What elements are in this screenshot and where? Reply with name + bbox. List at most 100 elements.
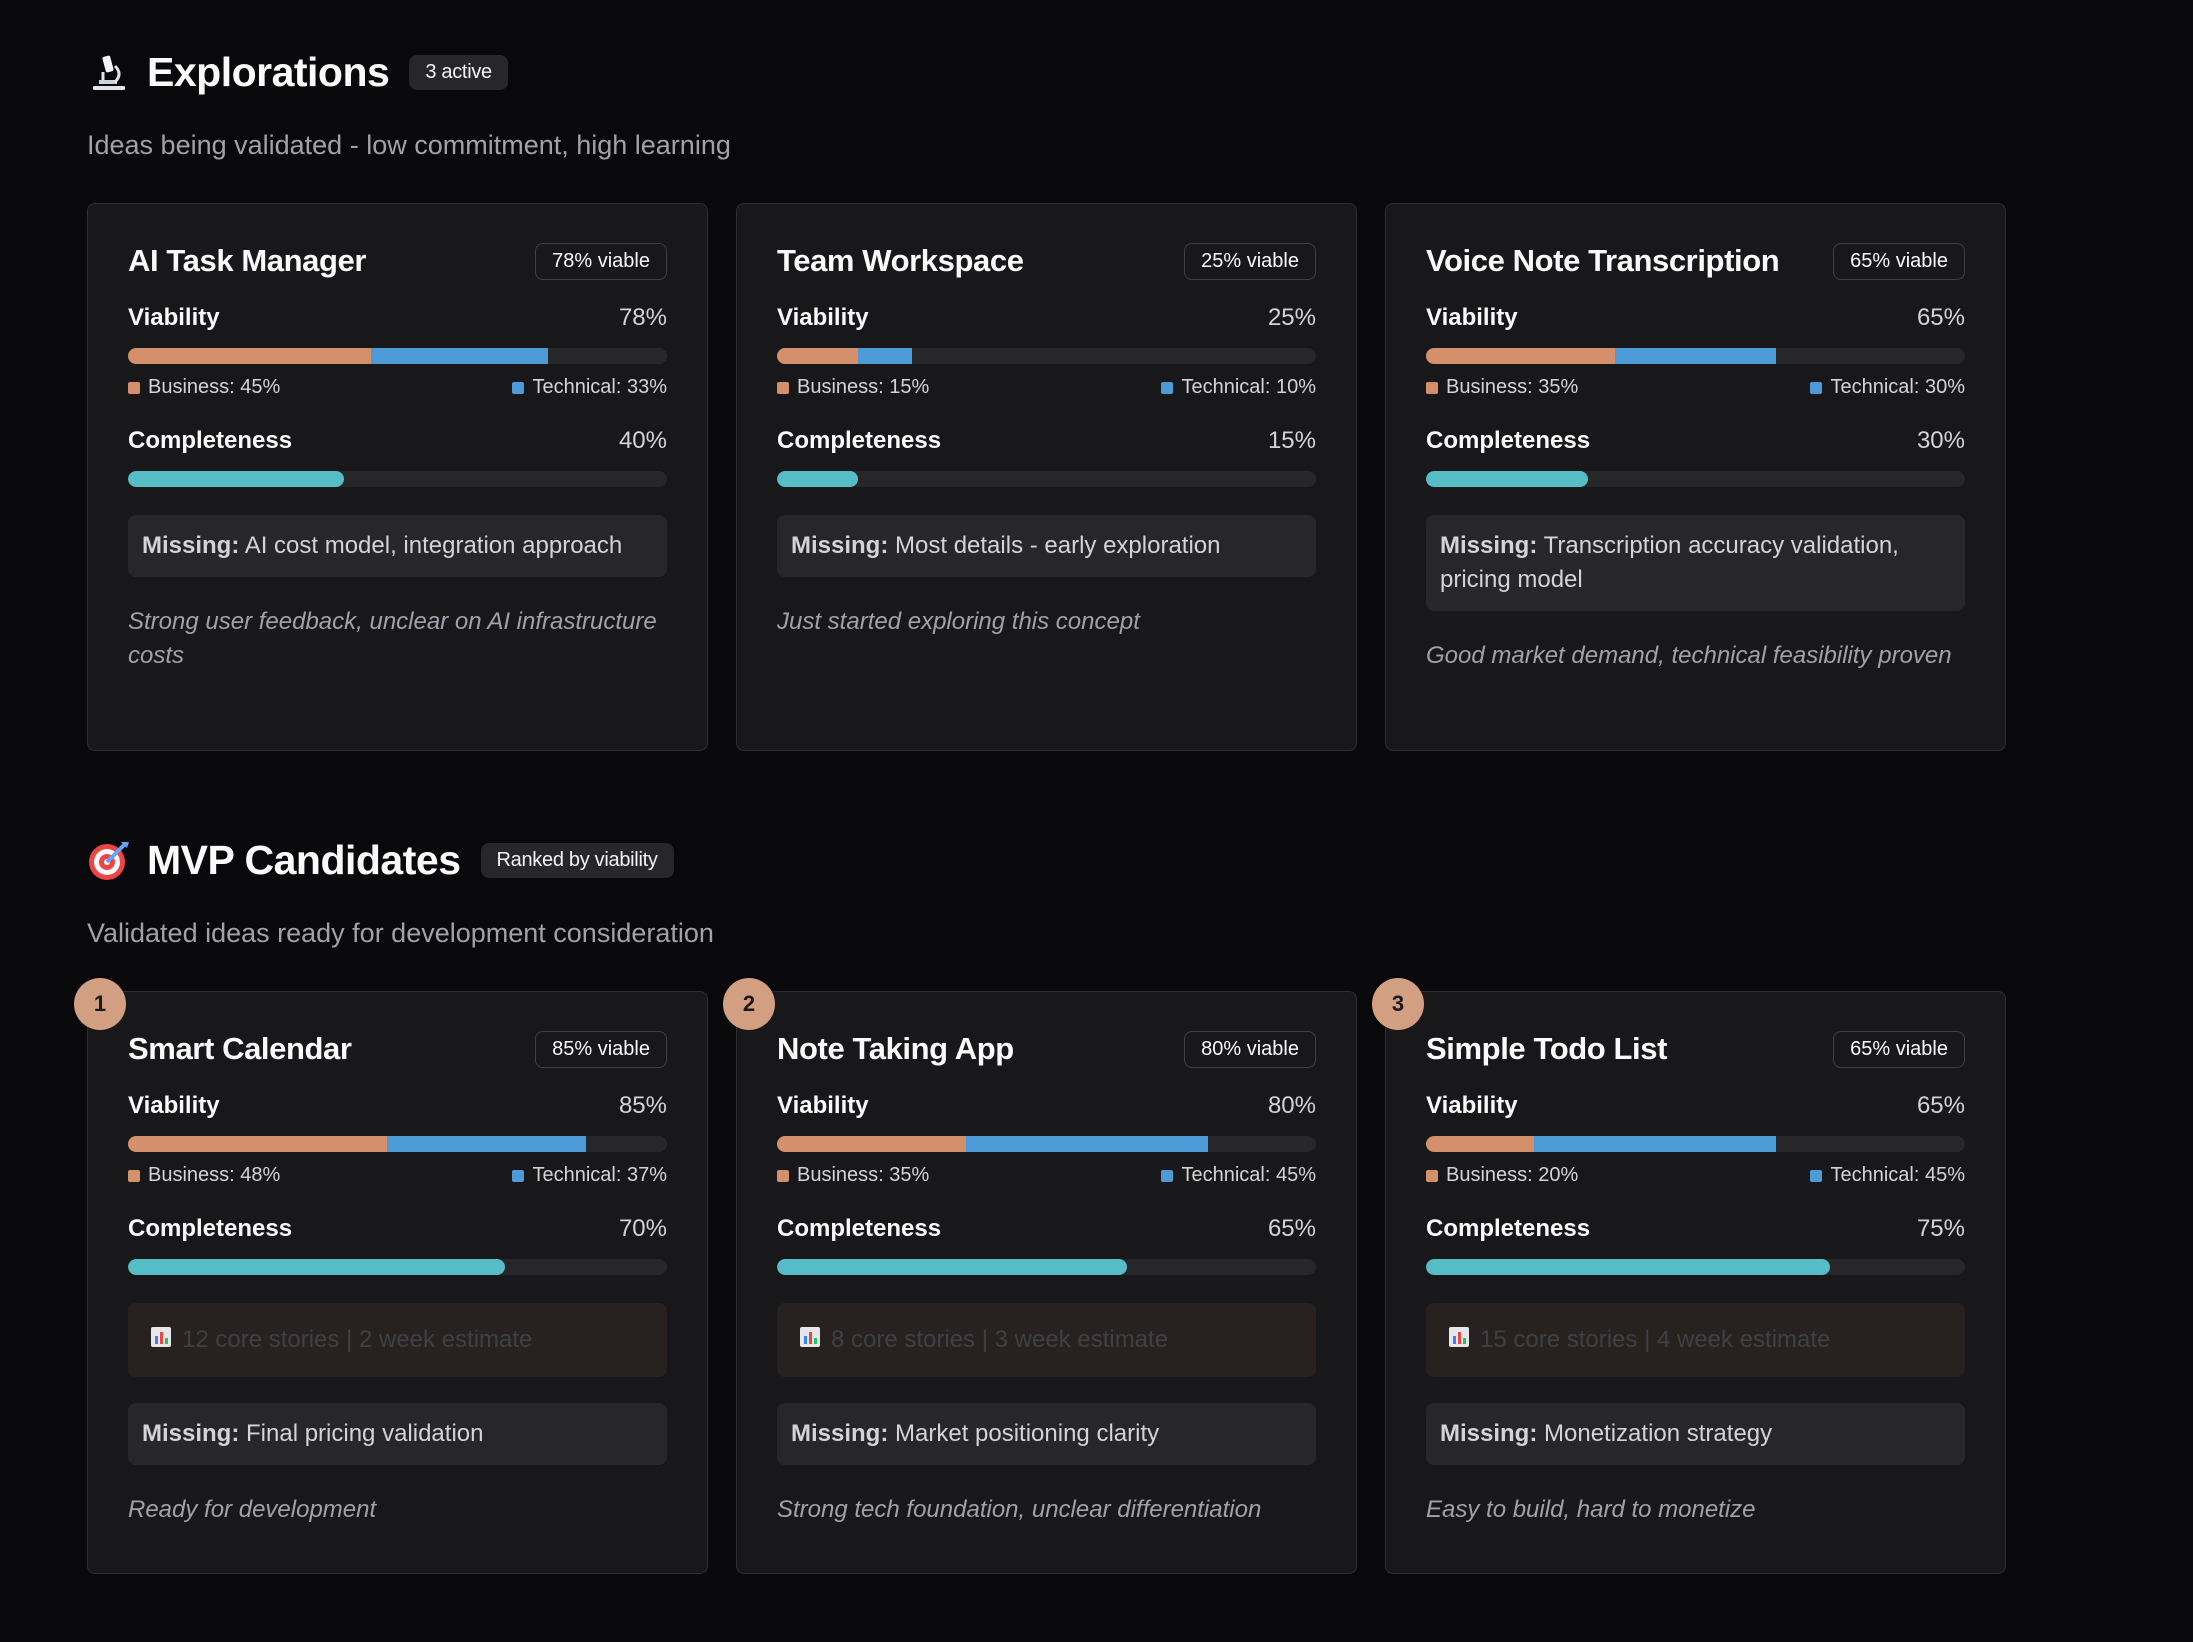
- stories-text: 12 core stories | 2 week estimate: [182, 1326, 533, 1353]
- idea-note: Good market demand, technical feasibilit…: [1426, 642, 1952, 669]
- section-badge: Ranked by viability: [480, 842, 674, 878]
- section-title: Explorations: [147, 48, 390, 95]
- idea-card[interactable]: Voice Note Transcription 65% viable Viab…: [1385, 203, 2006, 751]
- completeness-bar: [128, 1259, 667, 1275]
- completeness-label: Completeness: [128, 1215, 293, 1242]
- completeness-label: Completeness: [1426, 1215, 1591, 1242]
- idea-card[interactable]: Team Workspace 25% viable Viability 25% …: [736, 203, 1357, 751]
- missing-label: Missing:: [791, 1420, 889, 1447]
- missing-box: Missing: Transcription accuracy validati…: [1426, 515, 1965, 611]
- viability-bar: [1426, 1136, 1965, 1152]
- rank-badge: 1: [74, 978, 126, 1030]
- completeness-bar: [1426, 471, 1965, 487]
- business-score: Business: 15%: [797, 376, 930, 398]
- idea-title: AI Task Manager: [128, 243, 367, 278]
- technical-segment: [1533, 1136, 1777, 1152]
- viability-value: 78%: [618, 304, 667, 331]
- idea-title: Note Taking App: [777, 1031, 1014, 1066]
- mvp-card[interactable]: 1 Smart Calendar 85% viable Viability 85…: [74, 978, 708, 1574]
- idea-title: Smart Calendar: [128, 1031, 352, 1066]
- viability-label: Viability: [777, 1092, 869, 1119]
- viability-value: 25%: [1267, 304, 1316, 331]
- viable-badge: 80% viable: [1184, 1030, 1316, 1068]
- business-segment: [128, 348, 371, 364]
- viability-value: 65%: [1916, 1092, 1965, 1119]
- stories-box: 12 core stories | 2 week estimate: [128, 1303, 667, 1377]
- mvp-card[interactable]: 3 Simple Todo List 65% viable Viability …: [1372, 978, 2006, 1574]
- completeness-fill: [128, 1259, 506, 1275]
- target-icon: [87, 838, 131, 882]
- bar-chart-icon: [150, 1326, 172, 1355]
- business-legend-swatch: [777, 381, 789, 394]
- missing-text: Most details - early exploration: [895, 532, 1221, 559]
- idea-note: Ready for development: [128, 1496, 377, 1523]
- viability-bar: [777, 348, 1316, 364]
- technical-legend-swatch: [1161, 381, 1174, 394]
- rank-badge: 3: [1372, 978, 1424, 1030]
- completeness-value: 70%: [618, 1215, 667, 1242]
- mvp-card[interactable]: 2 Note Taking App 80% viable Viability 8…: [723, 978, 1357, 1574]
- business-score: Business: 20%: [1446, 1164, 1579, 1186]
- missing-text: AI cost model, integration approach: [244, 532, 623, 559]
- viability-value: 65%: [1916, 304, 1965, 331]
- idea-note: Just started exploring this concept: [777, 608, 1140, 635]
- completeness-bar: [128, 471, 667, 487]
- completeness-fill: [1426, 471, 1588, 487]
- completeness-bar: [777, 471, 1316, 487]
- stories-text: 8 core stories | 3 week estimate: [831, 1326, 1169, 1353]
- viable-badge: 25% viable: [1184, 242, 1316, 280]
- idea-title: Simple Todo List: [1426, 1031, 1668, 1066]
- completeness-fill: [777, 1259, 1128, 1275]
- completeness-bar: [777, 1259, 1316, 1275]
- missing-label: Missing:: [1440, 532, 1538, 559]
- rank-badge: 2: [723, 978, 775, 1030]
- idea-title: Voice Note Transcription: [1426, 243, 1780, 278]
- completeness-fill: [128, 471, 344, 487]
- viable-badge: 65% viable: [1833, 242, 1965, 280]
- technical-legend-swatch: [512, 381, 525, 394]
- missing-text: Final pricing validation: [246, 1420, 484, 1447]
- technical-legend-swatch: [1161, 1169, 1174, 1182]
- viability-bar: [128, 1136, 667, 1152]
- missing-box: Missing: Market positioning clarity: [777, 1403, 1316, 1465]
- microscope-icon: [87, 50, 131, 94]
- viability-label: Viability: [1426, 1092, 1518, 1119]
- completeness-label: Completeness: [128, 427, 293, 454]
- stories-text: 15 core stories | 4 week estimate: [1480, 1326, 1831, 1353]
- viability-label: Viability: [128, 304, 220, 331]
- viability-value: 85%: [618, 1092, 667, 1119]
- viability-value: 80%: [1267, 1092, 1316, 1119]
- explorations-section: Explorations 3 active Ideas being valida…: [87, 44, 2007, 751]
- bar-chart-icon: [1448, 1326, 1470, 1355]
- completeness-fill: [1426, 1259, 1831, 1275]
- idea-note: Easy to build, hard to monetize: [1426, 1496, 1756, 1523]
- missing-text: Market positioning clarity: [895, 1420, 1160, 1447]
- business-legend-swatch: [1426, 1169, 1438, 1182]
- technical-segment: [857, 348, 912, 364]
- completeness-fill: [777, 471, 858, 487]
- business-segment: [128, 1136, 387, 1152]
- business-segment: [1426, 348, 1615, 364]
- technical-segment: [386, 1136, 587, 1152]
- missing-box: Missing: Most details - early exploratio…: [777, 515, 1316, 577]
- idea-card[interactable]: AI Task Manager 78% viable Viability 78%…: [87, 203, 708, 751]
- missing-box: Missing: Final pricing validation: [128, 1403, 667, 1465]
- technical-score: Technical: 37%: [532, 1164, 667, 1186]
- business-legend-swatch: [128, 1169, 140, 1182]
- technical-score: Technical: 10%: [1181, 376, 1316, 398]
- section-header: Explorations 3 active: [87, 44, 2007, 100]
- viability-bar: [1426, 348, 1965, 364]
- exploration-cards: AI Task Manager 78% viable Viability 78%…: [87, 203, 2006, 751]
- bar-chart-icon: [799, 1326, 821, 1355]
- missing-box: Missing: AI cost model, integration appr…: [128, 515, 667, 577]
- completeness-value: 30%: [1916, 427, 1965, 454]
- business-segment: [777, 1136, 966, 1152]
- technical-segment: [965, 1136, 1209, 1152]
- viability-bar: [128, 348, 667, 364]
- business-score: Business: 35%: [797, 1164, 930, 1186]
- business-score: Business: 45%: [148, 376, 281, 398]
- missing-label: Missing:: [1440, 1420, 1538, 1447]
- completeness-value: 65%: [1267, 1215, 1316, 1242]
- completeness-bar: [1426, 1259, 1965, 1275]
- completeness-value: 40%: [618, 427, 667, 454]
